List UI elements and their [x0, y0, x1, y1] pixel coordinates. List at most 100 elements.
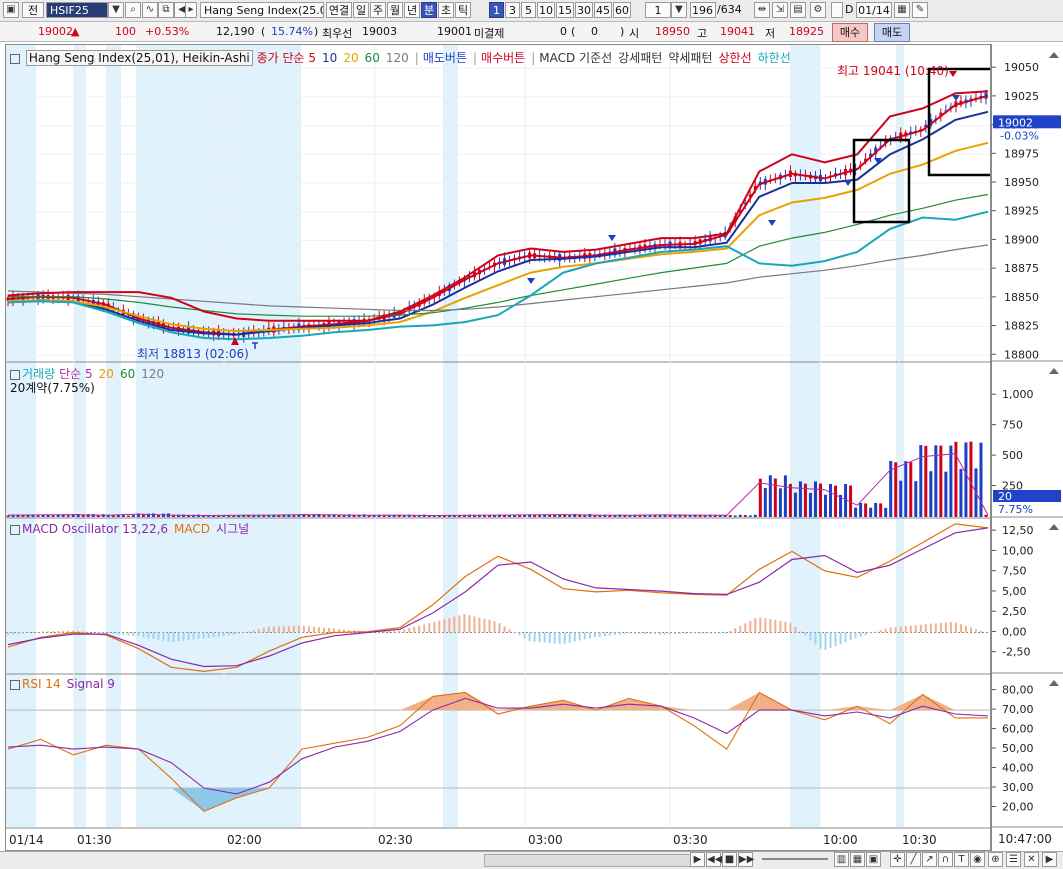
period-tab-0[interactable]: 연결 — [326, 2, 352, 18]
period-tab-7[interactable]: 틱 — [455, 2, 471, 18]
macd-histogram-bar — [633, 632, 636, 634]
interval-tab-60[interactable]: 60 — [613, 2, 631, 18]
interval-tab-30[interactable]: 30 — [575, 2, 593, 18]
best-bid: 19001 — [437, 25, 472, 38]
volume-bar — [884, 507, 888, 517]
bull-pattern-label: 강세패턴 — [618, 51, 663, 65]
line-tool-icon[interactable]: ╱ — [906, 852, 921, 867]
macd-histogram-bar — [207, 632, 210, 638]
camera-icon[interactable]: ◉ — [970, 852, 985, 867]
forward-icon[interactable]: ▶▶ — [738, 852, 754, 867]
d-checkbox[interactable] — [831, 2, 843, 18]
macd-tick-label: 2,50 — [1002, 605, 1027, 618]
buy-button[interactable]: 매수 — [832, 23, 868, 42]
interval-tab-3[interactable]: 3 — [505, 2, 520, 18]
close-icon[interactable]: ✕ — [1024, 852, 1039, 867]
macd-histogram-bar — [844, 632, 847, 643]
quote-bar: 19002 ▲ 100 +0.53% 12,190 ( 15.74% ) 최우선… — [0, 22, 1063, 42]
rewind-icon[interactable]: ◀◀ — [706, 852, 722, 867]
zoom-icon[interactable]: ⇲ — [772, 2, 788, 18]
interval-select[interactable]: 1 — [645, 2, 671, 18]
layout-icon[interactable]: ▥ — [834, 852, 849, 867]
volume-bar — [131, 514, 135, 517]
macd-histogram-bar — [32, 632, 35, 633]
dropdown-icon[interactable]: ▼ — [108, 2, 124, 18]
volume-bar — [894, 462, 898, 517]
window-icon-2[interactable]: ▣ — [866, 852, 881, 867]
macd-histogram-bar — [974, 629, 977, 633]
macd-histogram-bar — [528, 632, 531, 642]
trend-icon[interactable]: ↗ — [922, 852, 937, 867]
period-tab-3[interactable]: 월 — [387, 2, 403, 18]
interval-tab-1[interactable]: 1 — [489, 2, 504, 18]
save-icon[interactable]: ▤ — [790, 2, 806, 18]
interval-tab-10[interactable]: 10 — [537, 2, 555, 18]
bar-count[interactable]: 196 — [690, 2, 716, 18]
magnet-icon[interactable]: ∩ — [938, 852, 953, 867]
calendar-icon[interactable]: ▦ — [894, 2, 910, 18]
scroll-track[interactable] — [484, 854, 692, 867]
chevron-down-icon[interactable]: ▼ — [671, 2, 687, 18]
sell-button[interactable]: 매도 — [874, 23, 910, 42]
time-label-3: 02:30 — [378, 833, 413, 847]
gear-icon[interactable]: ⚙ — [810, 2, 826, 18]
interval-tab-5[interactable]: 5 — [521, 2, 536, 18]
note-icon[interactable]: ✎ — [912, 2, 928, 18]
macd-histogram-bar — [699, 632, 702, 634]
period-tab-4[interactable]: 년 — [404, 2, 420, 18]
code-input[interactable]: HSIF25 — [46, 2, 108, 18]
rsi-tick-label: 30,00 — [1002, 781, 1034, 794]
current-price-label: 19002 — [998, 116, 1033, 129]
paren-open: ( — [261, 25, 266, 38]
crosshair-icon[interactable]: ✛ — [890, 852, 905, 867]
window-icon[interactable]: ▣ — [3, 2, 19, 18]
macd-histogram-bar — [669, 632, 672, 635]
best-label: 최우선 — [322, 27, 353, 40]
volume-bar — [818, 483, 822, 517]
macd-histogram-bar — [127, 632, 130, 636]
macd-histogram-bar — [593, 632, 596, 638]
macd-legend: MACD Oscillator 13,22,6 MACD 시그널 — [10, 520, 255, 537]
expand-icon[interactable]: ▸ — [185, 2, 197, 18]
tab-all[interactable]: 전 — [22, 2, 44, 18]
interval-tab-45[interactable]: 45 — [594, 2, 612, 18]
zoom-slider[interactable] — [762, 858, 828, 860]
volume-bar — [758, 478, 762, 517]
volume-bar — [824, 494, 828, 517]
copy-icon[interactable]: ⧉ — [158, 2, 174, 18]
rsi-tick-label: 40,00 — [1002, 762, 1034, 775]
lower-band-label: 하한선 — [757, 51, 791, 65]
macd-histogram-bar — [7, 632, 9, 636]
period-tab-2[interactable]: 주 — [370, 2, 386, 18]
ma5-label: 종가 단순 5 — [256, 51, 317, 65]
price-title[interactable]: Hang Seng Index(25,01), Heikin-Ashi — [25, 50, 253, 66]
macd-histogram-bar — [949, 621, 952, 633]
grid-icon[interactable]: ▦ — [850, 852, 865, 867]
period-tab-6[interactable]: 초 — [438, 2, 454, 18]
macd-histogram-bar — [929, 623, 932, 633]
play-icon[interactable]: ▶ — [690, 852, 705, 867]
macd-histogram-bar — [322, 627, 325, 633]
volume-bar — [864, 503, 868, 517]
macd-histogram-bar — [553, 632, 556, 644]
scroll-icon[interactable]: ⇹ — [754, 2, 770, 18]
rsi-tick-label: 60,00 — [1002, 723, 1034, 736]
settings-icon[interactable]: ☰ — [1006, 852, 1021, 867]
chart-svg: 01/14 01:30 02:00 02:30 03:00 03:30 10:00 10:30 — [6, 45, 990, 847]
interval-tab-15[interactable]: 15 — [556, 2, 574, 18]
date-input[interactable]: 01/14 — [856, 2, 892, 18]
scroll-right-icon[interactable]: ▶ — [1042, 852, 1057, 867]
macd-histogram-bar — [543, 632, 546, 643]
right-axis[interactable]: 1905019025190001897518950189251890018875… — [991, 44, 1063, 851]
search-icon[interactable]: ⌕ — [125, 2, 141, 18]
period-tab-1[interactable]: 일 — [353, 2, 369, 18]
chart-canvas[interactable]: 01/14 01:30 02:00 02:30 03:00 03:30 10:00 10:30… — [5, 44, 991, 851]
macd-histogram-bar — [478, 617, 481, 633]
text-tool-icon[interactable]: T — [954, 852, 969, 867]
zoom-in-icon[interactable]: ⊕ — [988, 852, 1003, 867]
link-icon[interactable]: ∿ — [142, 2, 158, 18]
period-tab-5[interactable]: 분 — [421, 2, 437, 18]
macd-histogram-bar — [653, 632, 656, 635]
stop-icon[interactable]: ■ — [722, 852, 737, 867]
volume-bar — [899, 480, 903, 517]
